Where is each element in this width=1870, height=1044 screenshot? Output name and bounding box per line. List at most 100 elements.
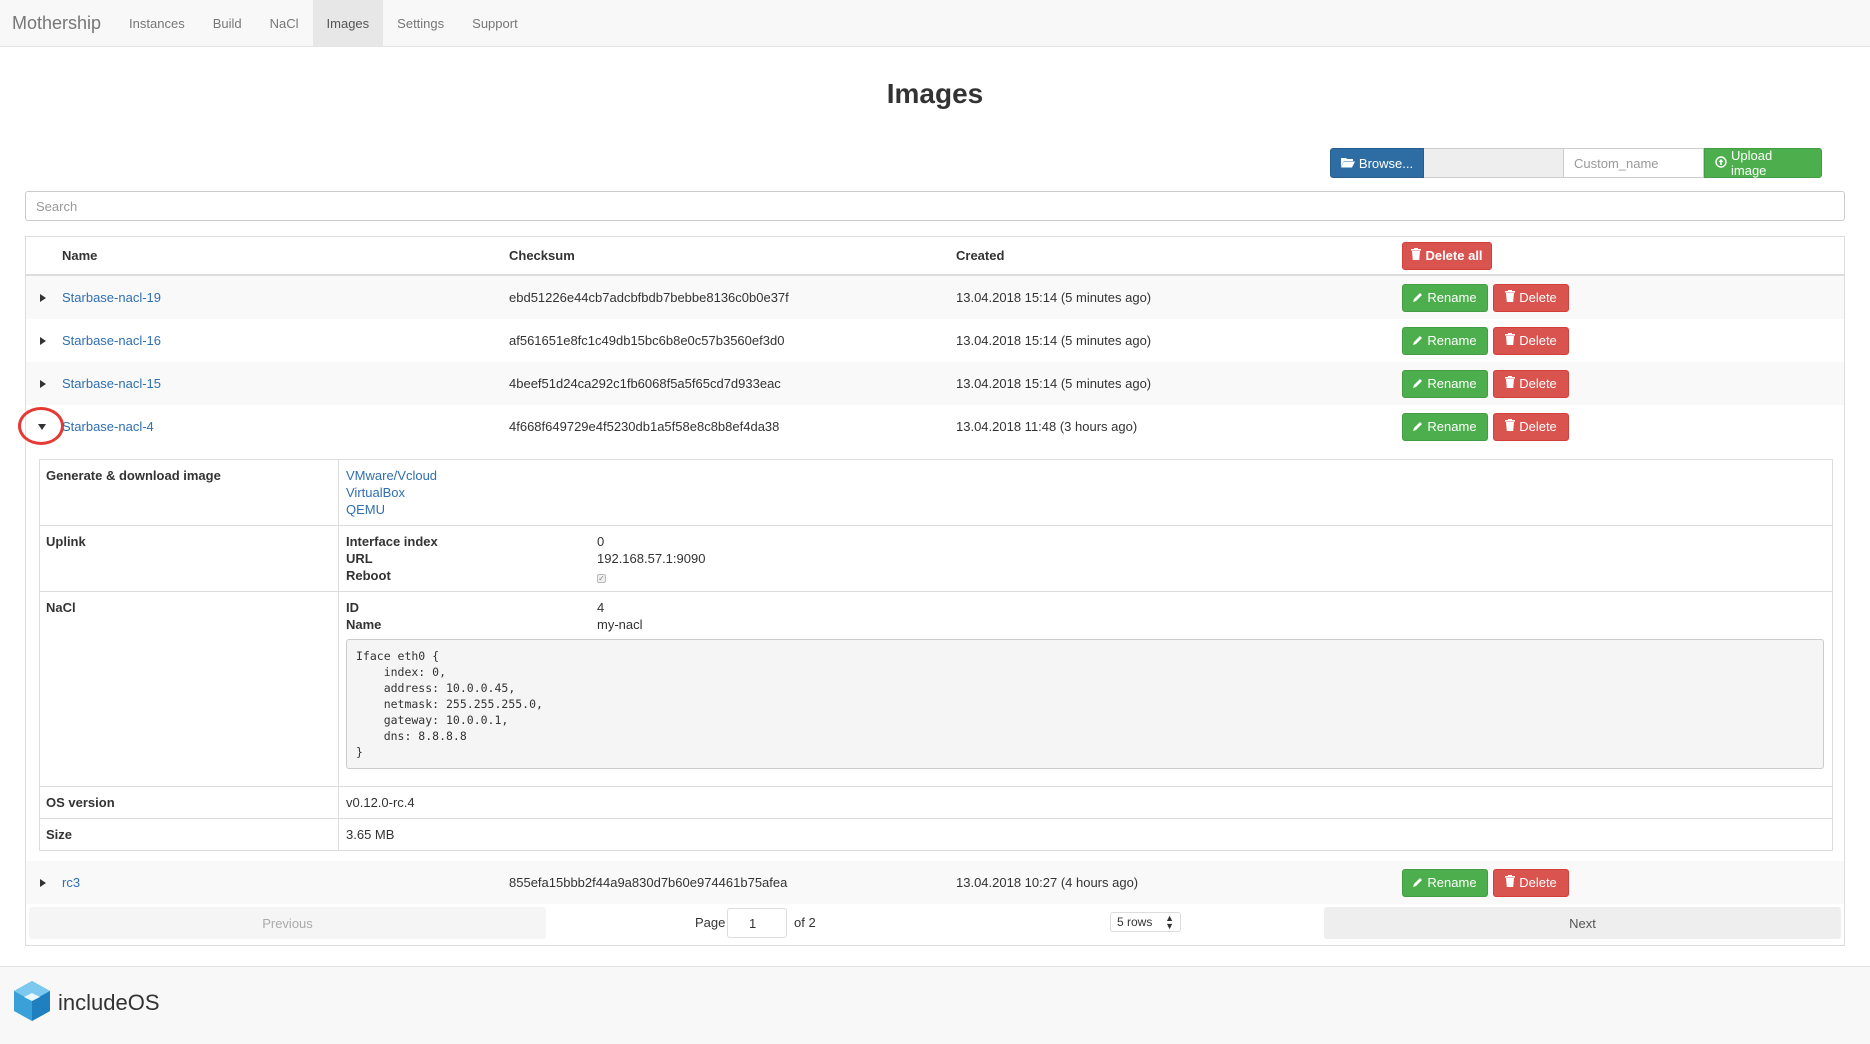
delete-button[interactable]: Delete: [1493, 868, 1569, 897]
table-row[interactable]: Starbase-nacl-19 ebd51226e44cb7adcbfbdb7…: [26, 276, 1844, 319]
reboot-checkbox[interactable]: ✓: [597, 569, 606, 584]
table-header: Name Checksum Created Delete all: [26, 237, 1844, 276]
nacl-id-label: ID: [346, 600, 359, 615]
trash-icon: [1505, 290, 1516, 305]
caret-right-icon[interactable]: [40, 878, 46, 887]
custom-name-input[interactable]: Custom_name: [1564, 148, 1704, 178]
image-created: 13.04.2018 10:27 (4 hours ago): [956, 875, 1139, 890]
image-name-link[interactable]: Starbase-nacl-4: [62, 419, 154, 434]
caret-right-icon[interactable]: [40, 293, 46, 302]
delete-label: Delete: [1519, 419, 1557, 434]
table-row[interactable]: Starbase-nacl-15 4beef51d24ca292c1fb6068…: [26, 362, 1844, 405]
url-label: URL: [346, 551, 373, 566]
rename-button[interactable]: Rename: [1402, 283, 1488, 312]
rename-button[interactable]: Rename: [1402, 326, 1488, 355]
header-checksum[interactable]: Checksum: [509, 248, 575, 263]
nacl-name-label: Name: [346, 617, 382, 632]
size-value: 3.65 MB: [346, 827, 395, 842]
row-actions: Rename Delete: [1402, 868, 1569, 897]
rename-button[interactable]: Rename: [1402, 868, 1488, 897]
nav-instances[interactable]: Instances: [115, 0, 199, 46]
table-row[interactable]: Starbase-nacl-16 af561651e8fc1c49db15bc6…: [26, 319, 1844, 362]
footer: includeOS: [0, 966, 1870, 1044]
delete-all-button[interactable]: Delete all: [1402, 241, 1492, 270]
pagination: Previous Page 1 of 2 5 rows ▲ ▼ Next: [29, 905, 1841, 941]
nacl-id-value: 4: [597, 600, 605, 615]
brand-link[interactable]: Mothership: [0, 0, 115, 46]
table-row-expanded[interactable]: Starbase-nacl-4 4f668f649729e4f5230db1a5…: [18, 405, 1844, 448]
nav-settings[interactable]: Settings: [383, 0, 458, 46]
interface-index-label: Interface index: [346, 534, 438, 549]
nav-nacl[interactable]: NaCl: [256, 0, 313, 46]
image-name-link[interactable]: Starbase-nacl-16: [62, 333, 161, 348]
pencil-icon: [1413, 419, 1423, 434]
rows-per-page-select[interactable]: 5 rows ▲ ▼: [1110, 912, 1181, 932]
os-version-label: OS version: [46, 795, 115, 810]
image-checksum: ebd51226e44cb7adcbfbdb7bebbe8136c0b0e37f: [509, 290, 789, 305]
trash-icon: [1505, 419, 1516, 434]
upload-image-button[interactable]: Upload image: [1704, 148, 1822, 178]
nav-support[interactable]: Support: [458, 0, 532, 46]
file-name-display: [1424, 148, 1564, 178]
select-arrows-icon: ▲ ▼: [1165, 913, 1174, 931]
trash-icon: [1505, 875, 1516, 890]
image-created: 13.04.2018 15:14 (5 minutes ago): [956, 290, 1152, 305]
download-virtualbox-link[interactable]: VirtualBox: [346, 485, 405, 500]
header-actions: Delete all: [1402, 241, 1492, 270]
delete-label: Delete: [1519, 376, 1557, 391]
uplink-label: Uplink: [46, 534, 86, 549]
browse-button[interactable]: Browse...: [1330, 148, 1424, 178]
logo-text: includeOS: [58, 990, 160, 1016]
upload-circle-icon: [1715, 155, 1727, 171]
row-actions: Rename Delete: [1402, 412, 1569, 441]
detail-os-version-row: OS version v0.12.0-rc.4: [40, 787, 1832, 819]
image-checksum: af561651e8fc1c49db15bc6b8e0c57b3560ef3d0: [509, 333, 785, 348]
detail-nacl-row: NaCl ID 4 Name my-nacl Iface eth0 { inde…: [40, 592, 1832, 787]
delete-button[interactable]: Delete: [1493, 283, 1569, 312]
header-name[interactable]: Name: [62, 248, 97, 263]
rename-label: Rename: [1427, 333, 1477, 348]
table-row[interactable]: rc3 855efa15bbb2f44a9a830d7b60e974461b75…: [26, 861, 1844, 904]
row-actions: Rename Delete: [1402, 369, 1569, 398]
delete-button[interactable]: Delete: [1493, 412, 1569, 441]
caret-right-icon[interactable]: [40, 336, 46, 345]
search-input[interactable]: Search: [25, 191, 1845, 221]
nacl-label: NaCl: [46, 600, 76, 615]
delete-button[interactable]: Delete: [1493, 369, 1569, 398]
image-name-link[interactable]: Starbase-nacl-15: [62, 376, 161, 391]
generate-label: Generate & download image: [46, 468, 221, 483]
previous-page-button[interactable]: Previous: [29, 907, 546, 939]
trash-icon: [1411, 248, 1422, 263]
image-created: 13.04.2018 15:14 (5 minutes ago): [956, 376, 1152, 391]
image-checksum: 4f668f649729e4f5230db1a5f58e8c8b8ef4da38: [509, 419, 780, 434]
download-qemu-link[interactable]: QEMU: [346, 502, 385, 517]
caret-right-icon[interactable]: [40, 379, 46, 388]
image-name-link[interactable]: rc3: [62, 875, 80, 890]
row-actions: Rename Delete: [1402, 283, 1569, 312]
rename-button[interactable]: Rename: [1402, 412, 1488, 441]
page-total-label: of 2: [794, 915, 816, 930]
header-created[interactable]: Created: [956, 248, 1004, 263]
delete-button[interactable]: Delete: [1493, 326, 1569, 355]
pencil-icon: [1413, 290, 1423, 305]
nav-images[interactable]: Images: [312, 0, 384, 46]
image-detail-panel: Generate & download image VMware/Vcloud …: [39, 459, 1833, 851]
reboot-label: Reboot: [346, 568, 391, 583]
delete-label: Delete: [1519, 333, 1557, 348]
trash-icon: [1505, 333, 1516, 348]
url-value: 192.168.57.1:9090: [597, 551, 706, 566]
image-name-link[interactable]: Starbase-nacl-19: [62, 290, 161, 305]
row-actions: Rename Delete: [1402, 326, 1569, 355]
folder-open-icon: [1340, 156, 1355, 171]
page-number-input[interactable]: 1: [727, 908, 787, 938]
images-table: Name Checksum Created Delete all Starbas…: [18, 236, 1845, 946]
download-vmware-link[interactable]: VMware/Vcloud: [346, 468, 437, 483]
includeos-logo: includeOS: [12, 979, 160, 1026]
next-page-button[interactable]: Next: [1324, 907, 1841, 939]
size-label: Size: [46, 827, 73, 842]
nav-build[interactable]: Build: [199, 0, 256, 46]
rename-button[interactable]: Rename: [1402, 369, 1488, 398]
pencil-icon: [1413, 376, 1423, 391]
delete-label: Delete: [1519, 875, 1557, 890]
rename-label: Rename: [1427, 419, 1477, 434]
